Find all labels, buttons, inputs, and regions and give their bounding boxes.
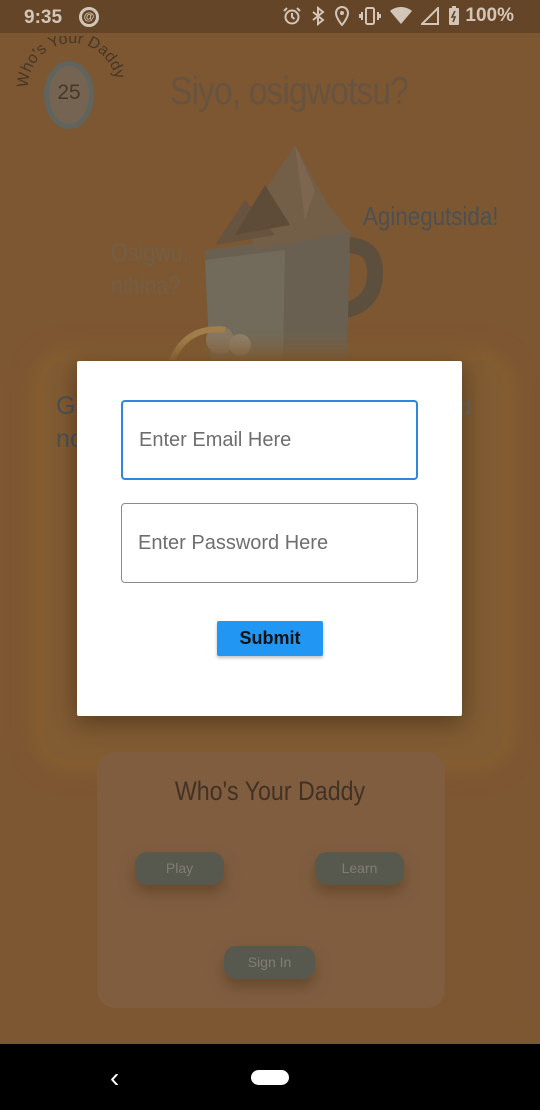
email-input[interactable] <box>121 400 418 480</box>
password-input[interactable] <box>121 503 418 583</box>
submit-button[interactable]: Submit <box>217 621 323 656</box>
navigation-bar: ‹ <box>0 1044 540 1110</box>
login-dialog: Submit <box>77 361 462 716</box>
home-pill-icon[interactable] <box>251 1070 289 1085</box>
back-chevron-icon[interactable]: ‹ <box>110 1062 119 1094</box>
